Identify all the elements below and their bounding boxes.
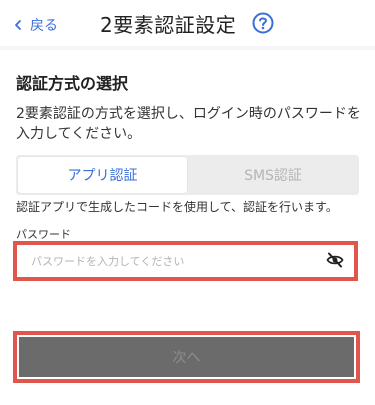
tab-sms-auth[interactable]: SMS認証 [187, 155, 359, 195]
question-circle-icon[interactable] [252, 12, 274, 34]
password-input[interactable] [31, 253, 321, 269]
tab-app-auth[interactable]: アプリ認証 [18, 157, 187, 193]
back-link[interactable]: 戻る [12, 15, 58, 35]
next-button[interactable]: 次へ [19, 337, 354, 377]
password-field-highlight [13, 241, 358, 281]
page-title: 2要素認証設定 [100, 13, 237, 37]
auth-method-tabs: アプリ認証 SMS認証 [16, 155, 359, 195]
section-title: 認証方式の選択 [16, 74, 129, 93]
section-description: 2要素認証の方式を選択し、ログイン時のパスワードを入力してください。 [16, 106, 361, 142]
header: 戻る 2要素認証設定 [0, 0, 375, 50]
eye-slash-icon[interactable] [326, 251, 344, 269]
chevron-left-icon [15, 20, 21, 30]
back-label: 戻る [30, 18, 58, 34]
next-button-highlight: 次へ [13, 331, 360, 383]
password-label: パスワード [16, 228, 71, 241]
method-description: 認証アプリで生成したコードを使用して、認証を行います。 [16, 200, 338, 214]
